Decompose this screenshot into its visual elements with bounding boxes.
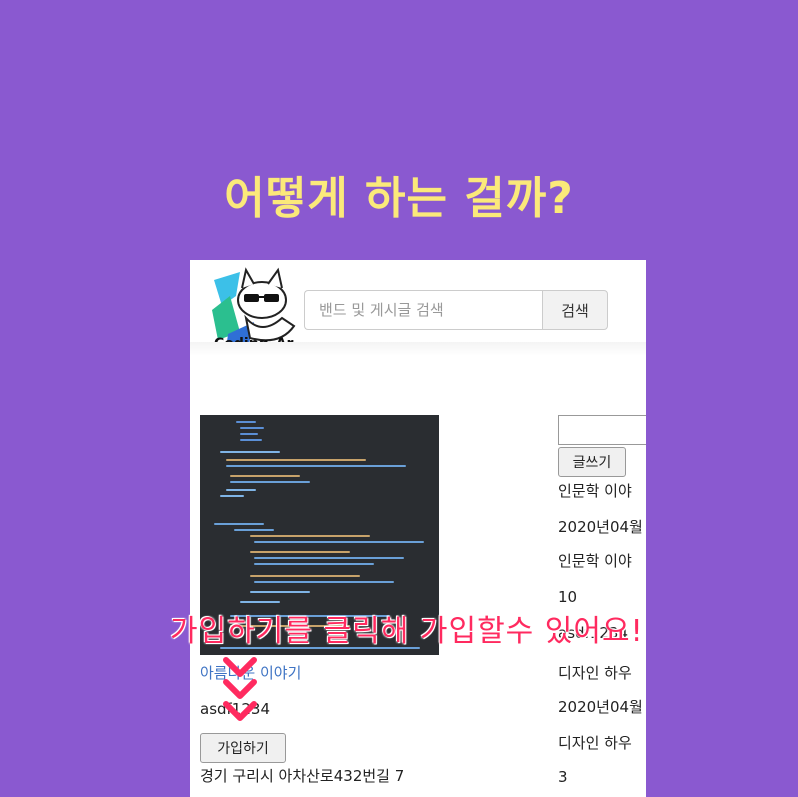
list-item: 10: [558, 588, 578, 606]
list-item: 2020년04월: [558, 518, 643, 536]
list-item: 2020년04월: [558, 698, 643, 716]
band-address: 경기 구리시 아차산로432번길 7: [200, 767, 405, 785]
divider: [190, 342, 646, 356]
list-item[interactable]: 인문학 이야: [558, 550, 632, 571]
overlay-annotation: 가입하기를 클릭해 가입할수 있어요!: [170, 614, 644, 649]
chevron-down-icon: [223, 657, 257, 721]
search-button[interactable]: 검색: [542, 290, 608, 330]
join-button[interactable]: 가입하기: [200, 733, 286, 763]
list-item[interactable]: 디자인 하우: [558, 662, 632, 683]
page-heading: 어떻게 하는 걸까?: [224, 173, 574, 224]
list-item: 3: [558, 768, 568, 786]
list-item[interactable]: 인문학 이야: [558, 480, 632, 501]
post-input[interactable]: [558, 415, 646, 445]
write-button[interactable]: 글쓰기: [558, 447, 626, 477]
search-input[interactable]: [304, 290, 542, 330]
list-item[interactable]: 디자인 하우: [558, 732, 632, 753]
